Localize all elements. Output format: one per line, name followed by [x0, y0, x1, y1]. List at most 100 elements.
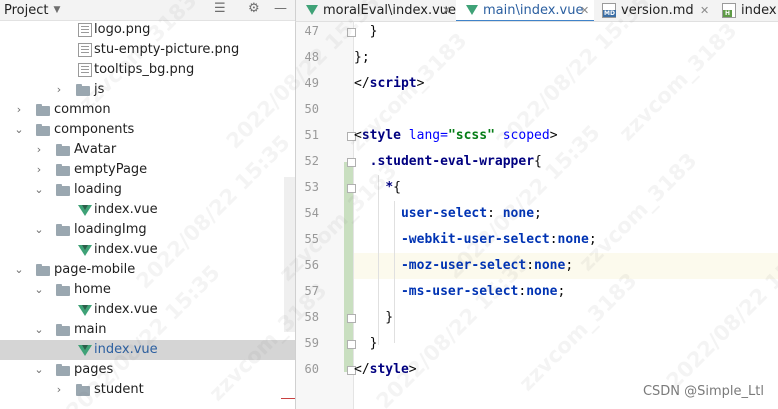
- csdn-credit: CSDN @Simple_Ltl: [642, 384, 764, 399]
- chevron-right-icon[interactable]: ›: [13, 100, 25, 120]
- code-line[interactable]: </style>: [354, 357, 778, 383]
- line-number: 55: [304, 232, 319, 246]
- editor-tab[interactable]: moralEval\index.vue ✕: [296, 0, 457, 21]
- chevron-down-icon[interactable]: ▼: [53, 5, 60, 15]
- editor-tab[interactable]: MD version.md ✕: [594, 0, 714, 21]
- project-view-selector[interactable]: Project: [4, 3, 48, 18]
- code-line[interactable]: user-select: none;: [354, 201, 778, 227]
- tab-label: version.md: [621, 3, 694, 18]
- tree-folder-components[interactable]: ⌄ components: [0, 120, 295, 140]
- code-editor[interactable]: 47 48 49 50 51 52 53 54 55 56 57 58 59 60 }}; </script…: [295, 22, 778, 409]
- chevron-right-icon[interactable]: ›: [53, 380, 65, 400]
- code-line[interactable]: }: [354, 22, 778, 45]
- close-tab-icon[interactable]: ✕: [700, 0, 709, 21]
- editor-tab[interactable]: main\index.vue ✕: [456, 0, 594, 21]
- tree-folder-page-mobile[interactable]: ⌄ page-mobile: [0, 260, 295, 280]
- project-panel: Project ▼ ☰ ⚙ — logo.png stu-empty-pictur…: [0, 0, 295, 409]
- code-line[interactable]: }: [354, 331, 778, 357]
- code-token: ;: [557, 284, 566, 299]
- line-number: 48: [304, 50, 319, 64]
- chevron-down-icon[interactable]: ⌄: [13, 260, 25, 280]
- error-stripe-marker: [281, 398, 295, 399]
- tree-file-index.vue[interactable]: index.vue: [0, 240, 295, 260]
- tree-item-label: index.vue: [94, 202, 158, 217]
- code-line[interactable]: [354, 97, 778, 123]
- gear-icon[interactable]: ⚙: [248, 1, 260, 16]
- chevron-down-icon[interactable]: ⌄: [33, 180, 45, 200]
- code-token: style: [361, 128, 409, 143]
- line-number: 50: [304, 102, 319, 116]
- tree-item-label: loading: [74, 182, 122, 197]
- chevron-right-icon[interactable]: ›: [33, 160, 45, 180]
- tree-file-stu-empty-picture.png[interactable]: stu-empty-picture.png: [0, 40, 295, 60]
- tree-folder-loadingImg[interactable]: ⌄ loadingImg: [0, 220, 295, 240]
- code-line[interactable]: </script>: [354, 71, 778, 97]
- line-number-gutter: 47 48 49 50 51 52 53 54 55 56 57 58 59 60: [296, 22, 356, 409]
- indent-guide: [394, 201, 395, 343]
- folder-icon: [56, 284, 70, 296]
- folder-icon: [56, 184, 70, 196]
- code-line[interactable]: };: [354, 45, 778, 71]
- code-line[interactable]: -webkit-user-select:none;: [354, 227, 778, 253]
- chevron-right-icon[interactable]: ›: [33, 140, 45, 160]
- code-line[interactable]: <style lang="scss" scoped>: [354, 123, 778, 149]
- indent-guide: [378, 175, 379, 345]
- code-token: -ms-user-select: [400, 284, 519, 299]
- tree-file-index.vue[interactable]: index.vue: [0, 340, 295, 360]
- tree-file-index.vue[interactable]: index.vue: [0, 200, 295, 220]
- vue-icon: [306, 5, 318, 15]
- tree-folder-loading[interactable]: ⌄ loading: [0, 180, 295, 200]
- tree-item-label: emptyPage: [74, 162, 148, 177]
- hide-panel-icon[interactable]: —: [274, 1, 287, 16]
- tree-folder-home[interactable]: ⌄ home: [0, 280, 295, 300]
- tree-item-label: home: [74, 282, 111, 297]
- close-tab-icon[interactable]: ✕: [580, 0, 589, 21]
- chevron-down-icon[interactable]: ⌄: [33, 280, 45, 300]
- tree-folder-js[interactable]: › js: [0, 80, 295, 100]
- tree-file-logo.png[interactable]: logo.png: [0, 20, 295, 40]
- folder-icon: [36, 104, 50, 116]
- editor-tab[interactable]: Hindex.ht: [714, 0, 778, 21]
- chevron-down-icon[interactable]: ⌄: [33, 320, 45, 340]
- tree-folder-Avatar[interactable]: › Avatar: [0, 140, 295, 160]
- tab-label: index.ht: [741, 3, 778, 18]
- code-token: </: [354, 76, 370, 91]
- code-line[interactable]: *{: [354, 175, 778, 201]
- folder-icon: [56, 364, 70, 376]
- code-token: ;: [534, 206, 542, 221]
- tree-file-tooltips_bg.png[interactable]: tooltips_bg.png: [0, 60, 295, 80]
- chevron-right-icon[interactable]: ›: [53, 80, 65, 100]
- code-token: user-select: [400, 206, 488, 221]
- tree-item-label: index.vue: [94, 302, 158, 317]
- tree-item-label: tooltips_bg.png: [94, 62, 195, 77]
- tree-folder-main[interactable]: ⌄ main: [0, 320, 295, 340]
- code-token: }: [354, 336, 378, 351]
- tree-folder-student[interactable]: › student: [0, 380, 295, 400]
- tree-folder-common[interactable]: › common: [0, 100, 295, 120]
- tab-label: moralEval\index.vue: [323, 3, 457, 18]
- code-token: };: [354, 50, 370, 65]
- line-number: 53: [304, 180, 319, 194]
- tree-item-label: components: [54, 122, 135, 137]
- tree-scrollbar[interactable]: [284, 177, 295, 332]
- tree-file-index.vue[interactable]: index.vue: [0, 300, 295, 320]
- chevron-down-icon[interactable]: ⌄: [33, 220, 45, 240]
- close-tab-icon[interactable]: ✕: [442, 0, 451, 21]
- code-line[interactable]: -ms-user-select:none;: [354, 279, 778, 305]
- collapse-all-icon[interactable]: ☰: [214, 1, 226, 16]
- tree-item-label: index.vue: [94, 342, 158, 357]
- tree-folder-emptyPage[interactable]: › emptyPage: [0, 160, 295, 180]
- line-number: 60: [304, 362, 319, 376]
- editor-tab-bar: moralEval\index.vue ✕ main\index.vue ✕ MD ver…: [295, 0, 778, 22]
- chevron-down-icon[interactable]: ⌄: [33, 360, 45, 380]
- tree-folder-pages[interactable]: ⌄ pages: [0, 360, 295, 380]
- code-token: *: [385, 180, 394, 195]
- code-line[interactable]: -moz-user-select:none;: [354, 253, 778, 279]
- chevron-down-icon[interactable]: ⌄: [13, 120, 25, 140]
- line-number: 56: [304, 258, 319, 272]
- code-line[interactable]: }: [354, 305, 778, 331]
- code-line[interactable]: .student-eval-wrapper{: [354, 149, 778, 175]
- code-token: lang=: [408, 128, 448, 143]
- tree-item-label: common: [54, 102, 111, 117]
